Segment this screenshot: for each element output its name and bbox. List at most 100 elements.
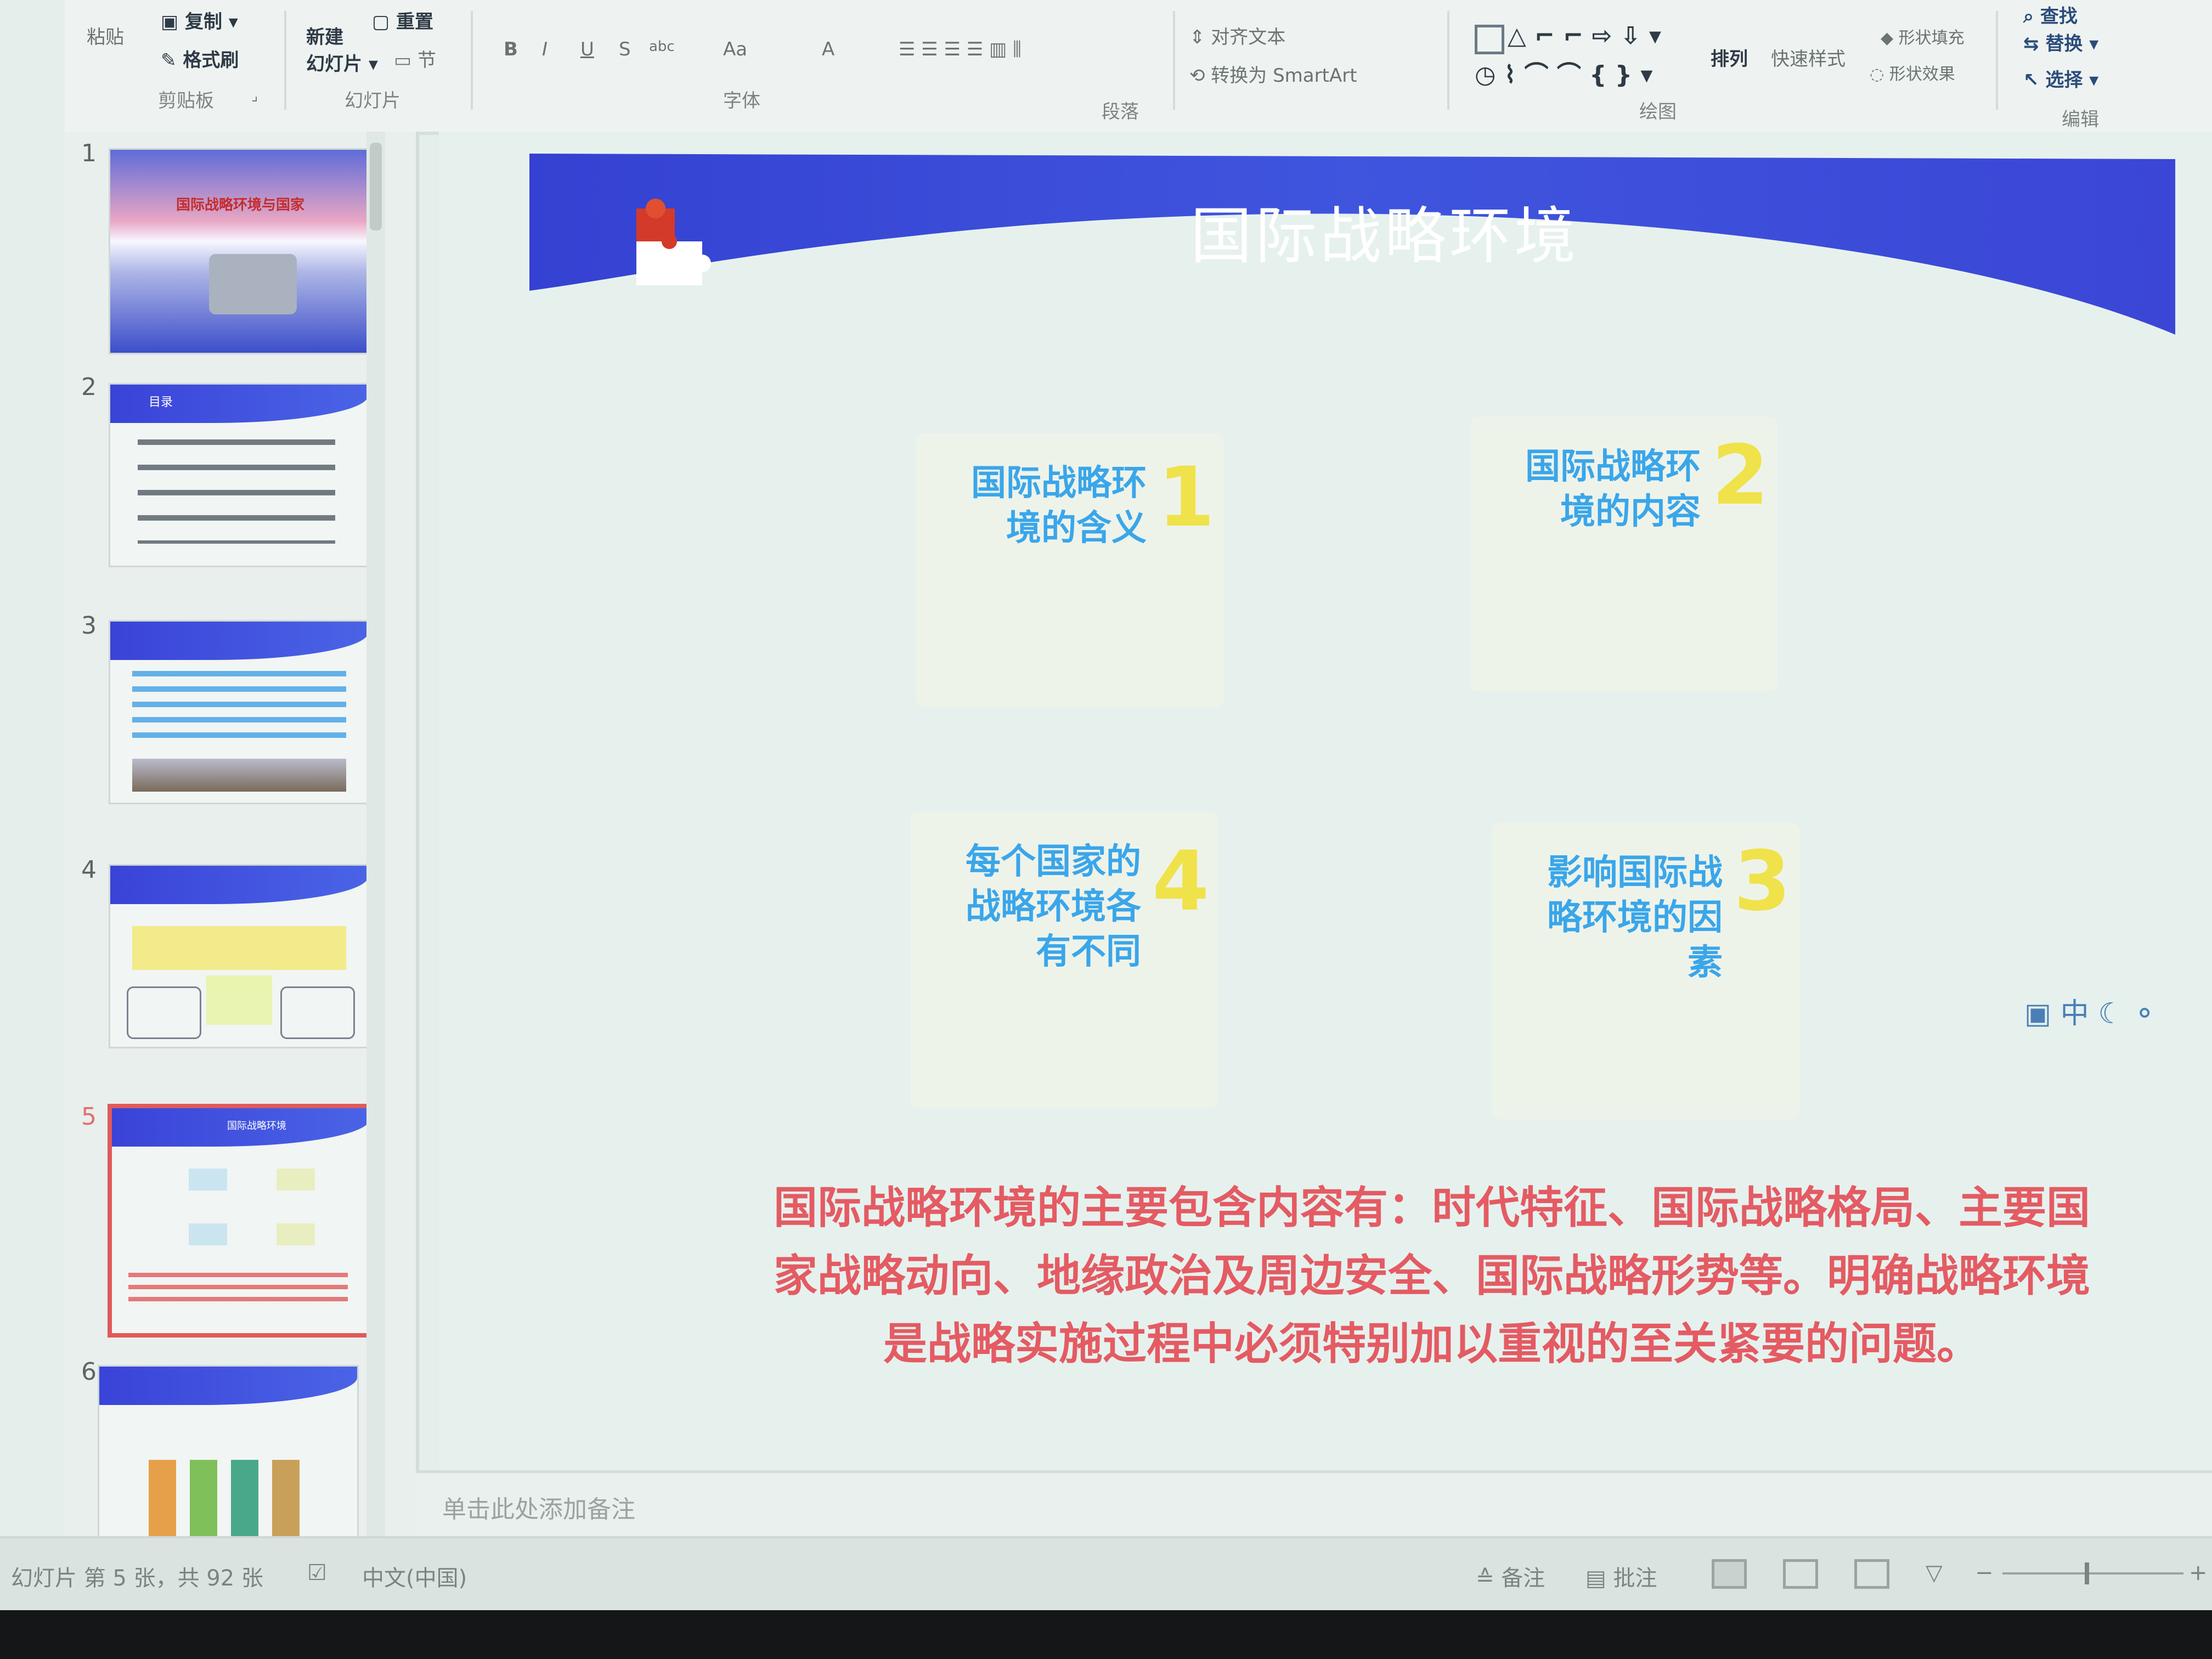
bold-button[interactable]: B <box>504 38 518 60</box>
copy-label: 复制 <box>184 11 222 33</box>
group-separator <box>1173 11 1175 110</box>
notes-pane[interactable]: 单击此处添加备注 <box>416 1470 2212 1539</box>
body-line: 家战略动向、地缘政治及周边安全、国际战略形势等。明确战略环境 <box>774 1250 2090 1301</box>
puzzle-icon <box>636 199 711 285</box>
card-line: 素 <box>1688 943 1723 983</box>
card-3-number: 3 <box>1734 834 1791 929</box>
zoom-out-icon[interactable]: − <box>1975 1560 1994 1585</box>
body-line: 国际战略环境的主要包含内容有：时代特征、国际战略格局、主要国 <box>774 1182 2090 1233</box>
thumb-title: 国际战略环境与国家 <box>176 197 305 213</box>
copy-button[interactable]: ▣ 复制 ▾ <box>161 7 238 33</box>
card-line: 境的含义 <box>1006 508 1147 549</box>
body-line: 是战略实施过程中必须特别加以重视的至关紧要的问题。 <box>883 1318 1980 1369</box>
ime-language-indicator: 中 <box>2060 997 2089 1030</box>
reset-button[interactable]: ▢ 重置 <box>372 7 433 33</box>
comments-toggle-button[interactable]: ▤ 批注 <box>1585 1560 1657 1592</box>
slide-thumbnail-4[interactable] <box>109 864 370 1048</box>
notes-placeholder: 单击此处添加备注 <box>442 1496 635 1523</box>
thumb-card <box>276 1169 315 1190</box>
powerpoint-window: 粘贴 ▣ 复制 ▾ ✎ 格式刷 剪贴板 ⌟ 新建 幻灯片 ▾ ▢ 重置 ▭ 节 幻… <box>0 0 2212 1610</box>
notes-toggle-label: 备注 <box>1501 1566 1545 1591</box>
thumb-highlight <box>132 926 346 970</box>
card-1-number: 1 <box>1158 450 1215 545</box>
group-separator <box>284 11 286 110</box>
content-card-3[interactable]: 影响国际战 略环境的因 素 3 <box>1492 823 1799 1119</box>
notes-toggle-button[interactable]: ≙ 备注 <box>1476 1560 1545 1592</box>
rectangle-shape-icon[interactable] <box>1475 25 1504 54</box>
replace-button[interactable]: ⇆ 替换 ▾ <box>2023 29 2098 55</box>
slideshow-view-icon[interactable]: ▽ <box>1926 1560 1943 1585</box>
group-separator <box>1447 11 1449 110</box>
select-label: 选择 <box>2045 69 2083 91</box>
thumb-column <box>272 1460 300 1537</box>
new-slide-label-1: 新建 <box>306 26 343 48</box>
group-separator <box>471 11 473 110</box>
shape-gallery-row-1[interactable]: △ ⌐ ⌐ ⇨ ⇩ ▾ <box>1508 22 1661 50</box>
clipboard-group-label: 剪贴板 <box>158 90 214 112</box>
card-4-text: 每个国家的 战略环境各 有不同 <box>911 839 1141 974</box>
smartart-label: 转换为 SmartArt <box>1211 65 1357 87</box>
content-card-4[interactable]: 每个国家的 战略环境各 有不同 4 <box>911 812 1218 1108</box>
section-label: 节 <box>417 49 436 71</box>
slides-group-label: 幻灯片 <box>345 90 400 112</box>
italic-button[interactable]: I <box>542 38 548 60</box>
find-button[interactable]: ⌕ 查找 <box>2023 1 2078 28</box>
arrange-button[interactable]: 排列 <box>1711 44 1748 71</box>
comments-toggle-label: 批注 <box>1613 1566 1657 1591</box>
language-indicator[interactable]: 中文(中国) <box>362 1560 467 1592</box>
content-card-2[interactable]: 国际战略环 境的内容 2 <box>1470 417 1778 691</box>
font-color-button[interactable]: A <box>822 38 834 60</box>
paste-button[interactable]: 粘贴 <box>87 22 124 49</box>
thumb-number: 3 <box>81 612 97 640</box>
thumbnail-scrollbar[interactable] <box>366 132 385 1536</box>
convert-smartart-button[interactable]: ⟲ 转换为 SmartArt <box>1189 60 1357 87</box>
editing-group-label: 编辑 <box>2062 109 2099 131</box>
format-painter-button[interactable]: ✎ 格式刷 <box>161 45 239 72</box>
select-button[interactable]: ↖ 选择 ▾ <box>2023 65 2098 92</box>
thumb-box <box>127 986 201 1039</box>
card-line: 略环境的因 <box>1547 898 1723 938</box>
zoom-slider-thumb[interactable] <box>2085 1562 2089 1584</box>
strikethrough-button[interactable]: S <box>619 38 631 60</box>
thumb-title: 目录 <box>149 396 173 409</box>
normal-view-icon[interactable] <box>1712 1559 1747 1589</box>
new-slide-button[interactable]: 新建 幻灯片 ▾ <box>306 22 378 76</box>
reading-view-icon[interactable] <box>1854 1559 1889 1589</box>
thumb-column <box>190 1460 217 1537</box>
slide-thumbnail-5-selected[interactable]: 国际战略环境 <box>108 1104 374 1338</box>
card-line: 影响国际战 <box>1547 853 1723 893</box>
find-label: 查找 <box>2040 5 2078 27</box>
zoom-in-icon[interactable]: + <box>2189 1560 2208 1585</box>
status-bar: 幻灯片 第 5 张，共 92 张 ☑ 中文(中国) ≙ 备注 ▤ 批注 ▽ − … <box>0 1536 2212 1610</box>
ime-toolbar[interactable]: ▣ 中 ☾ ⚬ <box>2024 990 2157 1031</box>
underline-button[interactable]: U <box>580 38 594 60</box>
thumb-box <box>280 986 355 1039</box>
clipboard-launcher-icon[interactable]: ⌟ <box>251 88 258 104</box>
change-case-button[interactable]: Aa <box>723 38 747 60</box>
slide-title[interactable]: 国际战略环境 <box>1190 187 1579 275</box>
align-text-button[interactable]: ⇕ 对齐文本 <box>1189 22 1285 49</box>
zoom-slider-track[interactable] <box>2002 1572 2183 1575</box>
spellcheck-icon[interactable]: ☑ <box>307 1560 327 1585</box>
ribbon: 粘贴 ▣ 复制 ▾ ✎ 格式刷 剪贴板 ⌟ 新建 幻灯片 ▾ ▢ 重置 ▭ 节 幻… <box>65 0 2212 135</box>
card-line: 国际战略环 <box>971 463 1147 504</box>
shape-effects-button[interactable]: ◌ 形状效果 <box>1870 60 1955 84</box>
shape-fill-button[interactable]: ◆ 形状填充 <box>1881 24 1965 48</box>
section-button[interactable]: ▭ 节 <box>394 45 436 72</box>
thumb-number: 1 <box>81 139 97 167</box>
slide-sorter-view-icon[interactable] <box>1783 1559 1818 1589</box>
slide-thumbnail-3[interactable] <box>109 620 370 804</box>
slide-canvas[interactable]: 国际战略环境 国际战略环 境的含义 1 国际战略环 境的内容 2 每个国家的 战… <box>439 132 2212 1470</box>
quick-styles-button[interactable]: 快速样式 <box>1771 44 1846 71</box>
card-3-text: 影响国际战 略环境的因 素 <box>1492 850 1723 985</box>
content-card-1[interactable]: 国际战略环 境的含义 1 <box>916 433 1223 708</box>
paragraph-align-icons[interactable]: ☰ ☰ ☰ ☰ ▥ ⫼ <box>899 38 1022 60</box>
slide-thumbnail-6[interactable] <box>98 1365 359 1544</box>
char-spacing-button[interactable]: abc <box>649 38 675 55</box>
slide-body-text[interactable]: 国际战略环境的主要包含内容有：时代特征、国际战略格局、主要国 家战略动向、地缘政… <box>669 1174 2194 1378</box>
shape-gallery-row-2[interactable]: ◷ ⌇ ⌒ ⌒ { } ▾ <box>1475 55 1653 90</box>
thumb-text-lines <box>132 671 346 742</box>
thumbnail-scroll-thumb[interactable] <box>370 143 382 230</box>
slide-thumbnail-2[interactable]: 目录 <box>109 383 370 567</box>
slide-thumbnail-1[interactable]: 国际战略环境与国家 <box>109 148 370 354</box>
